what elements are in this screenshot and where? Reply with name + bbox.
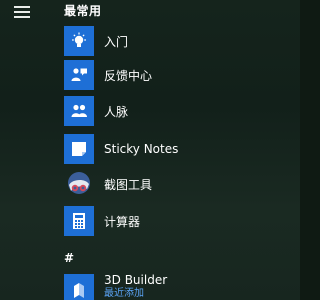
start-menu: 最常用 入门 反馈中心 人脉 Sticky Notes 截图工具 计算器 # 3…	[0, 0, 300, 300]
group-header-hash[interactable]: #	[64, 251, 74, 265]
most-used-header: 最常用	[64, 4, 102, 18]
app-label: 3D Builder	[104, 273, 168, 287]
app-item-sticky-notes[interactable]: Sticky Notes	[64, 132, 300, 166]
app-label: 反馈中心	[104, 68, 153, 83]
recently-added-label: 最近添加	[104, 288, 144, 299]
left-rail	[0, 0, 48, 300]
app-label: 人脉	[104, 104, 129, 119]
app-label: 入门	[104, 34, 129, 49]
3d-builder-icon	[64, 274, 94, 300]
snipping-tool-icon	[64, 169, 94, 199]
app-item-calculator[interactable]: 计算器	[64, 204, 300, 238]
app-item-3d-builder[interactable]: 3D Builder 最近添加	[64, 274, 300, 300]
app-label: Sticky Notes	[104, 142, 179, 156]
app-label: 截图工具	[104, 177, 153, 192]
app-item-people[interactable]: 人脉	[64, 94, 300, 128]
app-item-feedback-hub[interactable]: 反馈中心	[64, 58, 300, 92]
feedback-hub-icon	[64, 60, 94, 90]
3d-builder-text: 3D Builder 最近添加	[104, 274, 167, 300]
sticky-notes-icon	[64, 134, 94, 164]
app-item-snipping-tool[interactable]: 截图工具	[64, 167, 300, 201]
people-icon	[64, 96, 94, 126]
app-label: 计算器	[104, 214, 141, 229]
hamburger-menu-icon[interactable]	[14, 4, 34, 18]
lightbulb-icon	[64, 26, 94, 56]
app-item-get-started[interactable]: 入门	[64, 24, 300, 58]
calculator-icon	[64, 206, 94, 236]
